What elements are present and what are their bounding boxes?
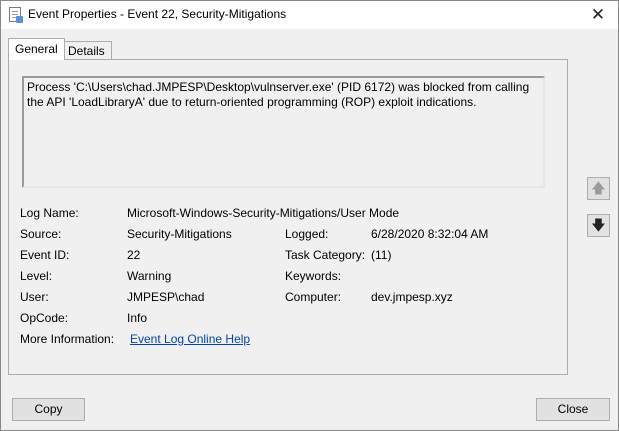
- source-label: Source:: [20, 227, 62, 241]
- event-id-value: 22: [127, 248, 141, 262]
- event-id-label: Event ID:: [20, 248, 70, 262]
- copy-button[interactable]: Copy: [12, 398, 85, 421]
- title-bar: Event Properties - Event 22, Security-Mi…: [1, 1, 618, 29]
- event-description[interactable]: Process 'C:\Users\chad.JMPESP\Desktop\vu…: [22, 76, 545, 188]
- level-label: Level:: [20, 269, 53, 283]
- window-title: Event Properties - Event 22, Security-Mi…: [28, 7, 287, 21]
- task-category-value: (11): [371, 248, 392, 262]
- close-button[interactable]: Close: [536, 398, 610, 421]
- tab-details[interactable]: Details: [61, 41, 112, 60]
- log-name-value: Microsoft-Windows-Security-Mitigations/U…: [127, 206, 400, 220]
- computer-label: Computer:: [285, 290, 342, 304]
- computer-value: dev.jmpesp.xyz: [371, 290, 453, 304]
- user-value: JMPESP\chad: [127, 290, 205, 304]
- user-label: User:: [20, 290, 49, 304]
- more-information-label: More Information:: [20, 332, 115, 346]
- close-icon[interactable]: ✕: [578, 1, 618, 29]
- arrow-down-icon[interactable]: 🡇: [587, 214, 610, 237]
- arrow-up-icon[interactable]: 🡅: [587, 177, 610, 200]
- source-value: Security-Mitigations: [127, 227, 232, 241]
- logged-label: Logged:: [285, 227, 329, 241]
- tab-general[interactable]: General: [8, 38, 65, 60]
- event-properties-window: Event Properties - Event 22, Security-Mi…: [0, 0, 619, 431]
- opcode-value: Info: [127, 311, 148, 325]
- level-value: Warning: [127, 269, 172, 283]
- event-log-icon: [9, 7, 23, 23]
- keywords-label: Keywords:: [285, 269, 342, 283]
- opcode-label: OpCode:: [20, 311, 69, 325]
- log-name-label: Log Name:: [20, 206, 79, 220]
- task-category-label: Task Category:: [285, 248, 366, 262]
- event-log-online-help-link[interactable]: Event Log Online Help: [130, 332, 250, 346]
- logged-value: 6/28/2020 8:32:04 AM: [371, 227, 489, 241]
